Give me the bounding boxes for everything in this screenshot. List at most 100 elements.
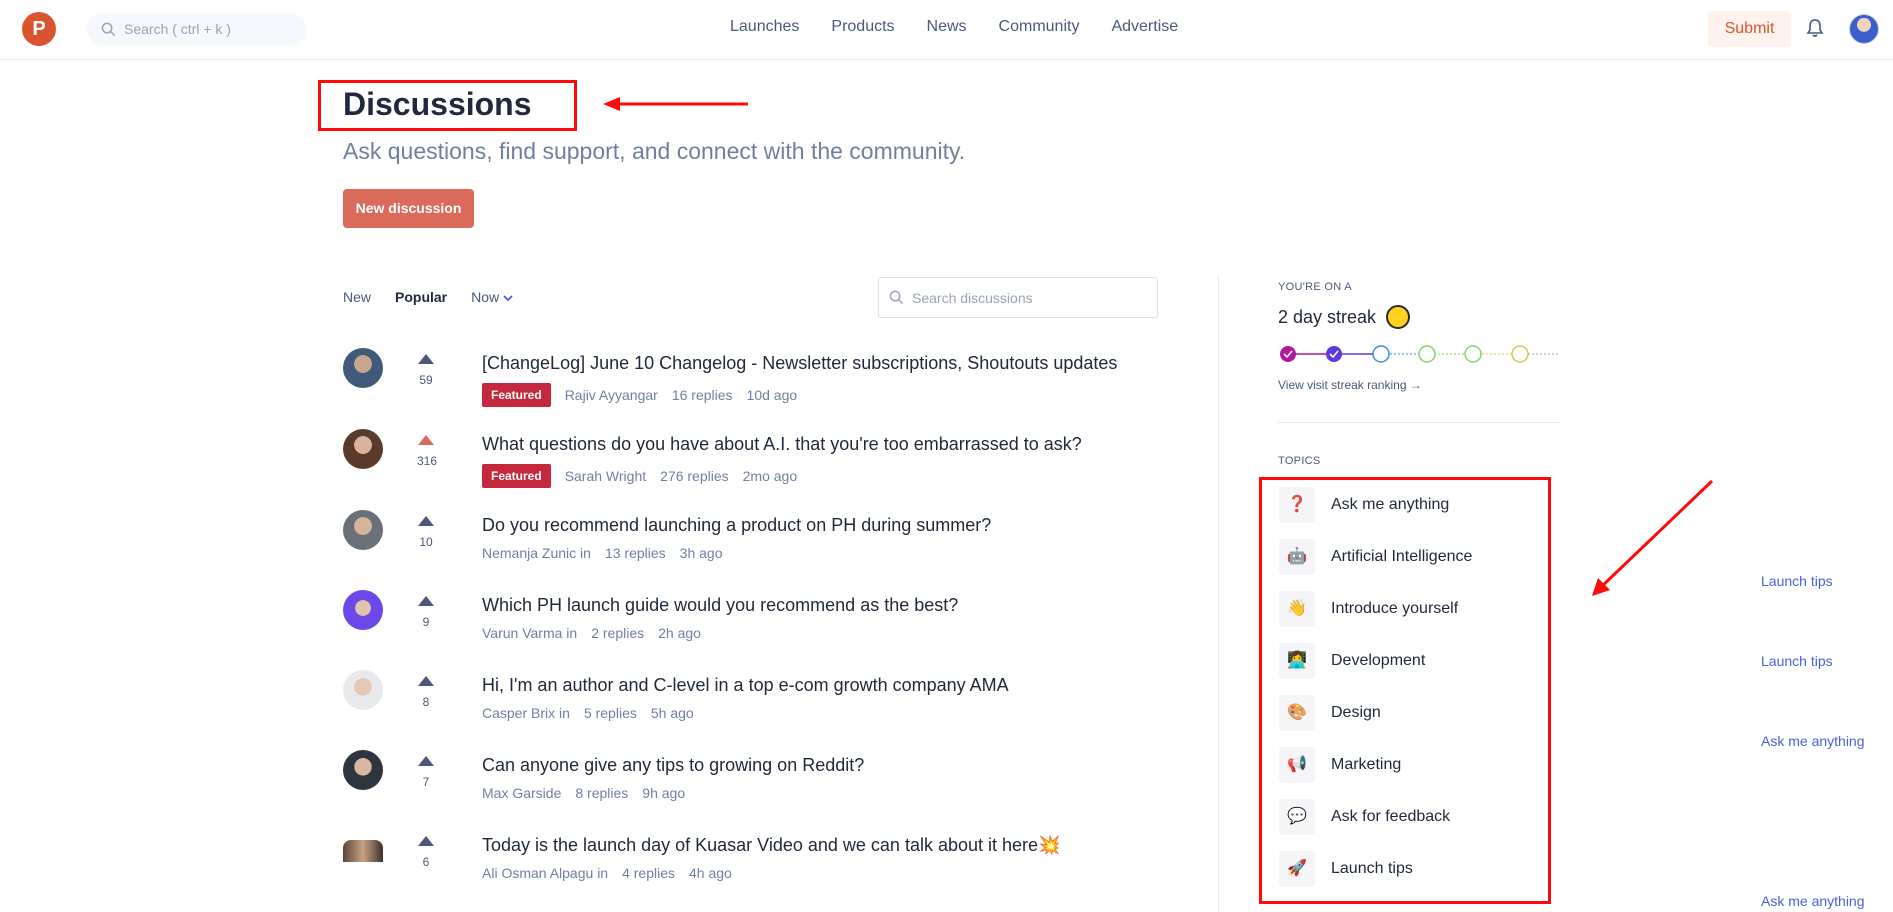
discussion-row[interactable]: 9 Which PH launch guide would you recomm… (343, 590, 1833, 669)
discussion-title[interactable]: Today is the launch day of Kuasar Video … (482, 835, 1060, 856)
discussion-row[interactable]: 10 Do you recommend launching a product … (343, 510, 1833, 589)
topic-marketing[interactable]: 📢 Marketing (1279, 745, 1539, 785)
robot-icon: 🤖 (1279, 539, 1315, 575)
filter-popular[interactable]: Popular (395, 289, 447, 305)
discussion-title[interactable]: Do you recommend launching a product on … (482, 515, 991, 536)
topic-ask-for-feedback[interactable]: 💬 Ask for feedback (1279, 797, 1539, 837)
post-time: 2h ago (658, 625, 701, 641)
waving-hand-icon: 👋 (1279, 591, 1315, 627)
author-name[interactable]: Casper Brix in Ask me anything (482, 705, 1865, 749)
author-name[interactable]: Rajiv Ayyangar (565, 387, 658, 403)
column-divider (1218, 276, 1219, 912)
in-label: in (597, 865, 609, 881)
topic-label: Ask me anything (1331, 496, 1450, 513)
speech-bubble-icon: 💬 (1279, 799, 1315, 835)
author-avatar[interactable] (343, 429, 383, 469)
vote-count: 59 (419, 373, 433, 387)
topic-link[interactable]: Launch tips (1761, 561, 1893, 601)
developer-icon: 👩‍💻 (1279, 643, 1315, 679)
streak-label: YOU'RE ON A (1278, 281, 1352, 293)
topic-label: Development (1331, 652, 1426, 669)
nav-news[interactable]: News (927, 18, 967, 36)
discussion-row[interactable]: 7 Can anyone give any tips to growing on… (343, 750, 1163, 820)
featured-badge: Featured (482, 464, 551, 488)
discussion-row[interactable]: 8 Hi, I'm an author and C-level in a top… (343, 670, 1865, 749)
topic-launch-tips[interactable]: 🚀 Launch tips (1279, 849, 1539, 889)
author-name[interactable]: Max Garside (482, 785, 561, 801)
upvote-arrow-icon (418, 435, 434, 445)
nav-advertise[interactable]: Advertise (1111, 18, 1178, 36)
discussion-title[interactable]: Hi, I'm an author and C-level in a top e… (482, 675, 1009, 696)
nav-products[interactable]: Products (831, 18, 894, 36)
author-name[interactable]: Nemanja Zunic in Launch tips (482, 545, 1833, 589)
author-avatar[interactable] (343, 750, 383, 790)
author-avatar[interactable] (343, 510, 383, 550)
vote-count: 8 (422, 695, 430, 709)
filter-now-dropdown[interactable]: Now (471, 289, 513, 305)
upvote-button[interactable]: 316 (417, 435, 437, 468)
author-name[interactable]: Varun Varma in Launch tips (482, 625, 1833, 669)
topic-link[interactable]: Launch tips (1761, 641, 1893, 681)
upvote-button[interactable]: 8 (417, 676, 435, 709)
reply-count: 13 replies (604, 545, 666, 561)
sidebar-divider (1278, 422, 1560, 423)
new-discussion-button[interactable]: New discussion (343, 189, 474, 228)
upvote-button[interactable]: 59 (417, 354, 435, 387)
product-hunt-logo[interactable]: P (22, 12, 56, 46)
filter-new[interactable]: New (343, 289, 371, 305)
reply-count: 8 replies (575, 785, 629, 801)
upvote-button[interactable]: 6 (417, 836, 435, 869)
discussion-row[interactable]: 316 What questions do you have about A.I… (343, 429, 1163, 499)
global-search-input[interactable]: Search ( ctrl + k ) (87, 13, 306, 45)
vote-count: 10 (419, 535, 433, 549)
topic-ask-me-anything[interactable]: ❓ Ask me anything (1279, 485, 1539, 525)
discussion-meta: Featured Rajiv Ayyangar 16 replies 10d a… (482, 383, 797, 407)
discussion-row[interactable]: 6 Today is the launch day of Kuasar Vide… (343, 830, 1865, 909)
discussion-row[interactable]: 59 [ChangeLog] June 10 Changelog - Newsl… (343, 348, 1163, 418)
in-label: in (566, 625, 578, 641)
discussion-title[interactable]: Which PH launch guide would you recommen… (482, 595, 958, 616)
discussion-meta: Varun Varma in Launch tips 2 replies 2h … (482, 625, 1833, 669)
author-name[interactable]: Ali Osman Alpagu in Ask me anything (482, 865, 1865, 909)
discussion-title[interactable]: [ChangeLog] June 10 Changelog - Newslett… (482, 353, 1117, 374)
top-navbar: P Search ( ctrl + k ) Launches Products … (0, 0, 1893, 60)
topic-label: Design (1331, 704, 1381, 721)
author-name-text: Casper Brix (482, 705, 556, 721)
user-avatar[interactable] (1849, 14, 1879, 44)
topic-development[interactable]: 👩‍💻 Development (1279, 641, 1539, 681)
author-avatar[interactable] (343, 840, 383, 862)
topic-link[interactable]: Ask me anything (1761, 881, 1893, 912)
streak-title: 2 day streak (1278, 305, 1411, 329)
author-name-text: Nemanja Zunic (482, 545, 577, 561)
reply-count: 276 replies (660, 468, 729, 484)
topic-label: Ask for feedback (1331, 808, 1451, 825)
reply-count: 2 replies (591, 625, 645, 641)
upvote-button[interactable]: 9 (417, 596, 435, 629)
upvote-button[interactable]: 7 (417, 756, 435, 789)
topic-artificial-intelligence[interactable]: 🤖 Artificial Intelligence (1279, 537, 1539, 577)
page-title: Discussions (343, 86, 532, 122)
topic-design[interactable]: 🎨 Design (1279, 693, 1539, 733)
author-avatar[interactable] (343, 590, 383, 630)
upvote-button[interactable]: 10 (417, 516, 435, 549)
discussion-title[interactable]: What questions do you have about A.I. th… (482, 434, 1082, 455)
nav-community[interactable]: Community (999, 18, 1080, 36)
topic-label: Introduce yourself (1331, 600, 1459, 617)
author-name[interactable]: Sarah Wright (565, 468, 646, 484)
nav-launches[interactable]: Launches (730, 18, 799, 36)
submit-button[interactable]: Submit (1708, 11, 1791, 47)
palette-icon: 🎨 (1279, 695, 1315, 731)
discussion-search-input[interactable]: Search discussions (878, 277, 1158, 318)
reply-count: 5 replies (583, 705, 637, 721)
topic-link[interactable]: Ask me anything (1761, 721, 1893, 761)
author-avatar[interactable] (343, 670, 383, 710)
discussion-title[interactable]: Can anyone give any tips to growing on R… (482, 755, 864, 776)
author-name-text: Varun Varma (482, 625, 563, 641)
topic-introduce-yourself[interactable]: 👋 Introduce yourself (1279, 589, 1539, 629)
discussion-meta: Max Garside 8 replies 9h ago (482, 785, 685, 801)
author-avatar[interactable] (343, 348, 383, 388)
reply-count: 4 replies (622, 865, 676, 881)
bell-icon[interactable] (1806, 18, 1824, 38)
streak-ranking-link[interactable]: View visit streak ranking → (1278, 378, 1422, 392)
search-placeholder: Search ( ctrl + k ) (124, 21, 231, 37)
